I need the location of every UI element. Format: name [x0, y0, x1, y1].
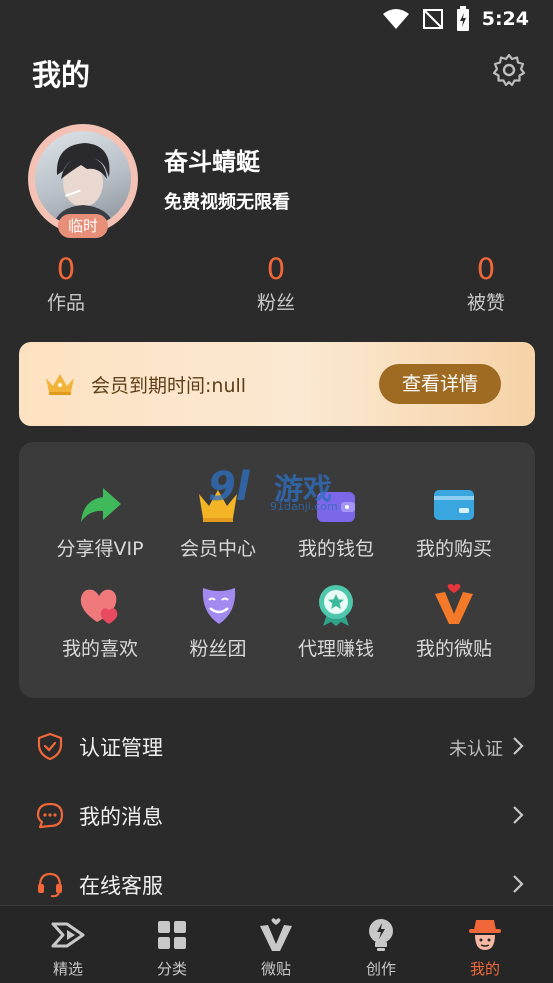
grid-label: 我的钱包 [297, 538, 374, 560]
status-icons: 5:24 [382, 6, 529, 32]
grid-label: 我的喜欢 [61, 638, 138, 660]
hat-face-icon [469, 920, 501, 950]
vip-expiry-text: 会员到期时间:null [91, 375, 247, 397]
grid-label: 分享得VIP [56, 538, 144, 560]
stats-row: 0 作品 0 粉丝 0 被赞 [0, 252, 553, 322]
tab-label: 我的 [469, 960, 500, 978]
watermark-big-text: 9l [208, 464, 250, 510]
watermark-url: 91danji.com [270, 500, 338, 513]
tab-label: 创作 [365, 960, 396, 978]
avatar-image [35, 131, 131, 227]
temp-badge: 临时 [58, 214, 108, 238]
stat-value: 0 [266, 252, 286, 286]
wifi-icon [382, 9, 409, 29]
stat-label: 被赞 [466, 292, 505, 314]
grid-item-agent-earn[interactable]: 代理赚钱 [276, 582, 396, 661]
grid-label: 粉丝团 [189, 638, 247, 660]
stat-label: 作品 [46, 292, 85, 314]
tab-label: 精选 [52, 960, 83, 978]
chat-bubble-icon [36, 802, 64, 829]
tab-create[interactable]: 创作 [341, 916, 421, 979]
grid-icon [158, 921, 186, 949]
grid-label: 我的购买 [415, 538, 492, 560]
tab-label: 分类 [156, 960, 187, 978]
stat-value: 0 [56, 252, 76, 286]
status-time: 5:24 [481, 8, 529, 30]
view-details-button[interactable]: 查看详情 [379, 364, 501, 404]
menu-list: 认证管理 未认证 我的消息 在线客服 [0, 712, 553, 919]
menu-label: 认证管理 [79, 736, 163, 760]
stat-works[interactable]: 0 作品 [11, 252, 121, 315]
tab-posts[interactable]: 微贴 [236, 916, 316, 979]
status-bar: 5:24 [0, 0, 553, 38]
username: 奋斗蜻蜓 [164, 148, 260, 176]
star-medal-icon [319, 585, 353, 626]
profile-subtitle: 免费视频无限看 [164, 192, 290, 213]
headset-icon [38, 872, 62, 898]
v-heart-icon [435, 583, 473, 624]
grid-label: 代理赚钱 [297, 638, 374, 660]
share-arrow-icon [81, 488, 121, 522]
play-icon [51, 922, 85, 948]
watermark-logo: 9l 游戏 91danji.com [194, 460, 344, 520]
stat-fans[interactable]: 0 粉丝 [221, 252, 331, 315]
grid-label: 会员中心 [179, 538, 256, 560]
page-title: 我的 [32, 58, 91, 92]
stat-likes[interactable]: 0 被赞 [431, 252, 541, 315]
stat-value: 0 [476, 252, 496, 286]
header: 我的 [32, 50, 527, 92]
grid-item-likes[interactable]: 我的喜欢 [40, 582, 160, 661]
menu-item-verification[interactable]: 认证管理 未认证 [0, 712, 553, 781]
tab-featured[interactable]: 精选 [28, 916, 108, 979]
v-heart-icon [260, 918, 292, 951]
grid-item-share-vip[interactable]: 分享得VIP [40, 482, 160, 561]
card-icon [434, 490, 474, 520]
smile-mask-icon [202, 588, 236, 624]
signal-off-icon [422, 9, 443, 29]
tab-label: 微贴 [260, 960, 291, 978]
tab-categories[interactable]: 分类 [132, 916, 212, 979]
menu-item-messages[interactable]: 我的消息 [0, 781, 553, 850]
hearts-icon [80, 589, 118, 624]
chevron-right-icon [513, 806, 524, 824]
chevron-right-icon [513, 875, 524, 893]
tab-mine[interactable]: 我的 [445, 916, 525, 979]
vip-banner[interactable]: 会员到期时间:null 查看详情 [19, 342, 535, 426]
gear-icon[interactable] [491, 52, 527, 88]
lightbulb-icon [369, 919, 393, 951]
grid-label: 我的微贴 [415, 638, 492, 660]
stat-label: 粉丝 [256, 292, 295, 314]
menu-label: 我的消息 [79, 805, 163, 829]
shield-check-icon [37, 732, 63, 760]
crown-icon [46, 374, 74, 395]
grid-item-my-posts[interactable]: 我的微贴 [394, 582, 514, 661]
grid-item-fan-club[interactable]: 粉丝团 [158, 582, 278, 661]
bottom-tab-bar: 精选 分类 微贴 创作 我的 [0, 905, 553, 983]
verification-status: 未认证 [449, 739, 503, 760]
menu-label: 在线客服 [79, 874, 163, 898]
chevron-right-icon [513, 737, 524, 755]
battery-charging-icon [456, 6, 469, 31]
grid-item-purchases[interactable]: 我的购买 [394, 482, 514, 561]
profile-section: 临时 奋斗蜻蜓 免费视频无限看 [28, 124, 528, 244]
